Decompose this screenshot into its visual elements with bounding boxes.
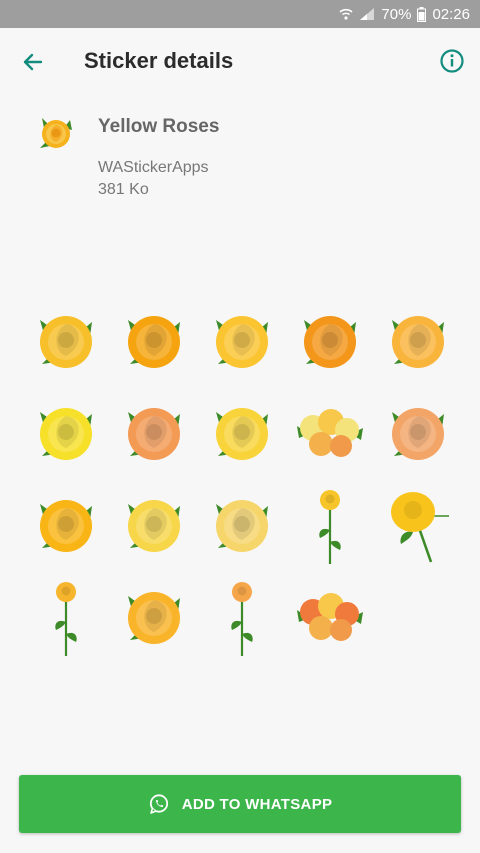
sticker-image bbox=[55, 582, 77, 656]
sticker-item[interactable] bbox=[286, 296, 374, 388]
pack-publisher: WAStickerApps bbox=[98, 159, 209, 176]
sticker-item[interactable] bbox=[374, 480, 462, 572]
page-title: Sticker details bbox=[84, 48, 234, 73]
sticker-image bbox=[304, 316, 356, 368]
add-to-whatsapp-label: ADD TO WHATSAPP bbox=[181, 795, 333, 813]
sticker-image bbox=[216, 408, 268, 460]
sticker-image bbox=[128, 500, 180, 552]
sticker-item[interactable] bbox=[22, 572, 110, 664]
sticker-item[interactable] bbox=[110, 480, 198, 572]
battery-icon bbox=[417, 6, 427, 22]
clock: 02:26 bbox=[432, 5, 470, 23]
sticker-item[interactable] bbox=[286, 572, 374, 664]
sticker-image bbox=[392, 316, 444, 368]
sticker-item[interactable] bbox=[22, 388, 110, 480]
sticker-image bbox=[216, 500, 268, 552]
sticker-image bbox=[128, 592, 180, 644]
sticker-item[interactable] bbox=[286, 480, 374, 572]
sticker-image bbox=[40, 408, 92, 460]
sticker-image bbox=[128, 408, 180, 460]
sticker-image bbox=[231, 582, 253, 656]
whatsapp-icon bbox=[149, 794, 168, 814]
sticker-item[interactable] bbox=[22, 480, 110, 572]
arrow-back-icon[interactable] bbox=[18, 47, 48, 77]
sticker-image bbox=[391, 492, 449, 563]
rose-icon bbox=[34, 112, 78, 156]
app-bar: Sticker details bbox=[0, 28, 480, 94]
sticker-item[interactable] bbox=[198, 572, 286, 664]
battery-percent: 70% bbox=[381, 5, 412, 23]
sticker-image bbox=[392, 408, 444, 460]
sticker-image bbox=[40, 500, 92, 552]
sticker-item[interactable] bbox=[110, 388, 198, 480]
signal-icon bbox=[360, 8, 375, 20]
sticker-item[interactable] bbox=[22, 296, 110, 388]
sticker-item[interactable] bbox=[110, 296, 198, 388]
sticker-item[interactable] bbox=[198, 296, 286, 388]
wifi-icon bbox=[339, 8, 353, 20]
sticker-image bbox=[128, 316, 180, 368]
sticker-image bbox=[216, 316, 268, 368]
sticker-item[interactable] bbox=[286, 388, 374, 480]
sticker-item[interactable] bbox=[110, 572, 198, 664]
sticker-item[interactable] bbox=[198, 388, 286, 480]
sticker-item[interactable] bbox=[374, 296, 462, 388]
pack-header: Yellow Roses WAStickerApps 381 Ko bbox=[0, 100, 480, 210]
sticker-image bbox=[297, 409, 363, 457]
info-icon[interactable] bbox=[438, 47, 466, 75]
status-bar: 70% 02:26 bbox=[0, 0, 480, 28]
sticker-item[interactable] bbox=[198, 480, 286, 572]
sticker-grid bbox=[22, 296, 462, 664]
sticker-image bbox=[297, 593, 363, 641]
pack-size: 381 Ko bbox=[98, 181, 149, 198]
add-to-whatsapp-button[interactable]: ADD TO WHATSAPP bbox=[19, 775, 461, 833]
sticker-image bbox=[319, 490, 341, 564]
sticker-image bbox=[40, 316, 92, 368]
pack-name: Yellow Roses bbox=[98, 116, 220, 137]
sticker-item[interactable] bbox=[374, 388, 462, 480]
